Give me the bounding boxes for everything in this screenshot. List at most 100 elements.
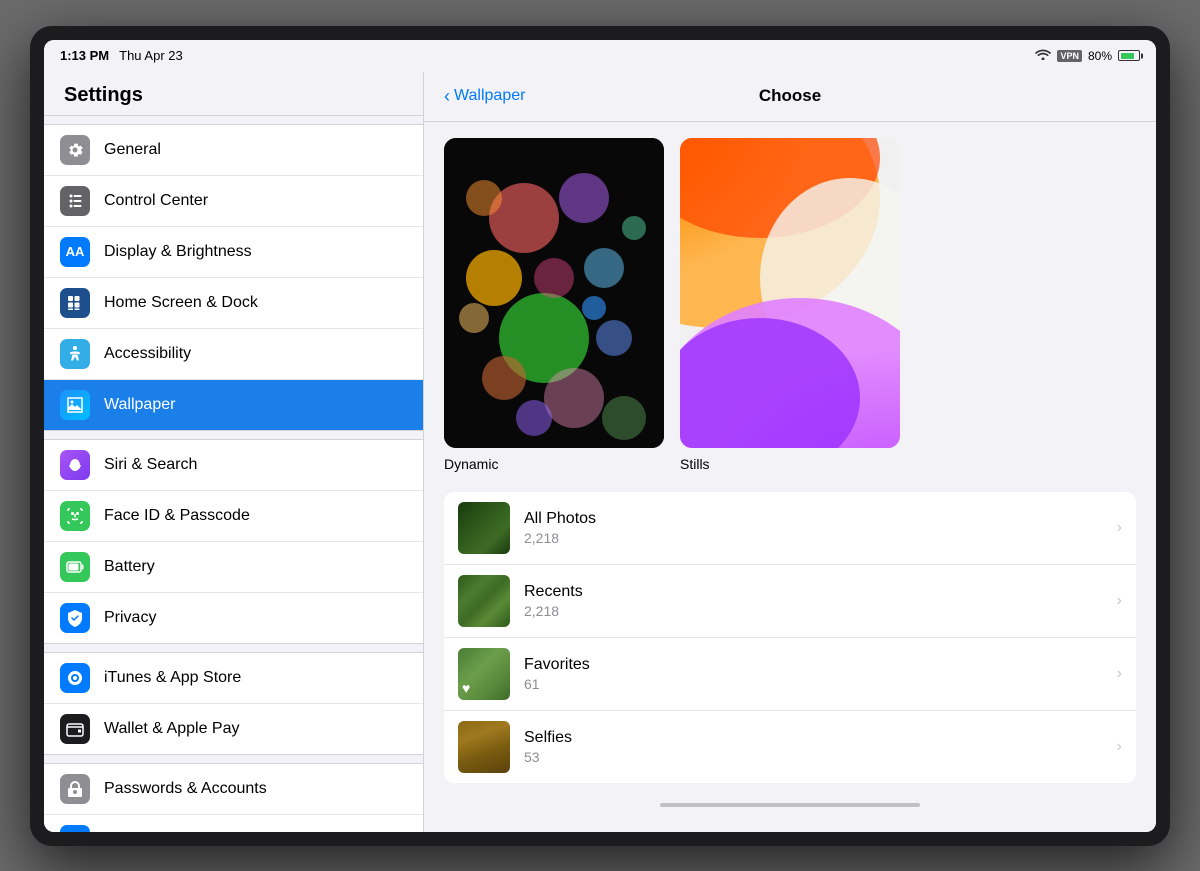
sidebar-title: Settings [44, 72, 423, 116]
wallpaper-icon [60, 390, 90, 420]
selfies-info: Selfies 53 [524, 729, 1117, 765]
wallet-label: Wallet & Apple Pay [104, 720, 239, 738]
back-label: Wallpaper [454, 87, 525, 105]
sidebar-item-control-center[interactable]: Control Center [44, 176, 423, 227]
favorites-info: Favorites 61 [524, 656, 1117, 692]
battery-settings-icon [60, 552, 90, 582]
privacy-icon [60, 603, 90, 633]
selfies-thumb [458, 721, 510, 773]
control-center-icon [60, 186, 90, 216]
favorites-count: 61 [524, 676, 1117, 692]
sidebar-section-2: Siri & Search Face ID & P [44, 439, 423, 644]
album-item-recents[interactable]: Recents 2,218 › [444, 565, 1136, 638]
album-item-favorites[interactable]: ♥ Favorites 61 › [444, 638, 1136, 711]
sidebar-item-wallpaper[interactable]: Wallpaper [44, 380, 423, 430]
sidebar-item-wallet[interactable]: Wallet & Apple Pay [44, 704, 423, 754]
face-id-icon [60, 501, 90, 531]
album-item-all-photos[interactable]: All Photos 2,218 › [444, 492, 1136, 565]
recents-info: Recents 2,218 [524, 583, 1117, 619]
right-content: Dynamic [424, 122, 1156, 832]
favorites-chevron-icon: › [1117, 665, 1122, 683]
dynamic-wallpaper-thumb [444, 138, 664, 448]
privacy-label: Privacy [104, 609, 156, 627]
wifi-icon [1035, 48, 1051, 63]
status-date: Thu Apr 23 [119, 48, 183, 63]
status-bar: 1:13 PM Thu Apr 23 VPN 80% [44, 40, 1156, 72]
itunes-label: iTunes & App Store [104, 669, 241, 687]
status-time: 1:13 PM [60, 48, 109, 63]
battery-percent: 80% [1088, 49, 1112, 63]
passwords-icon [60, 774, 90, 804]
album-item-selfies[interactable]: Selfies 53 › [444, 711, 1136, 783]
sidebar-item-privacy[interactable]: Privacy [44, 593, 423, 643]
display-brightness-icon: AA [60, 237, 90, 267]
selfies-chevron-icon: › [1117, 738, 1122, 756]
face-id-label: Face ID & Passcode [104, 507, 250, 525]
wallpaper-grid: Dynamic [444, 138, 1136, 472]
ipad-frame: 1:13 PM Thu Apr 23 VPN 80% [30, 26, 1170, 846]
sidebar: Settings General [44, 72, 424, 832]
sidebar-item-passwords[interactable]: Passwords & Accounts [44, 764, 423, 815]
general-label: General [104, 141, 161, 159]
selfies-name: Selfies [524, 729, 1117, 747]
favorites-name: Favorites [524, 656, 1117, 674]
siri-label: Siri & Search [104, 456, 197, 474]
favorites-thumb: ♥ [458, 648, 510, 700]
all-photos-info: All Photos 2,218 [524, 510, 1117, 546]
right-panel: ‹ Wallpaper Choose [424, 72, 1156, 832]
status-right: VPN 80% [1035, 48, 1140, 63]
sidebar-section-4: Passwords & Accounts Mail [44, 763, 423, 832]
control-center-label: Control Center [104, 192, 208, 210]
dynamic-label: Dynamic [444, 456, 664, 472]
right-header: ‹ Wallpaper Choose [424, 72, 1156, 122]
stills-wallpaper-thumb [680, 138, 900, 448]
gear-icon [60, 135, 90, 165]
itunes-icon [60, 663, 90, 693]
all-photos-count: 2,218 [524, 530, 1117, 546]
album-list: All Photos 2,218 › Recents [444, 492, 1136, 783]
scroll-bar [660, 803, 920, 807]
sidebar-item-mail[interactable]: Mail [44, 815, 423, 832]
all-photos-chevron-icon: › [1117, 519, 1122, 537]
stills-label: Stills [680, 456, 900, 472]
wallpaper-label: Wallpaper [104, 396, 175, 414]
back-button[interactable]: ‹ Wallpaper [444, 86, 525, 107]
home-screen-icon [60, 288, 90, 318]
sidebar-item-display-brightness[interactable]: AA Display & Brightness [44, 227, 423, 278]
mail-label: Mail [104, 831, 133, 832]
recents-thumb [458, 575, 510, 627]
passwords-label: Passwords & Accounts [104, 780, 267, 798]
selfies-count: 53 [524, 749, 1117, 765]
sidebar-item-itunes[interactable]: iTunes & App Store [44, 653, 423, 704]
ipad-screen: 1:13 PM Thu Apr 23 VPN 80% [44, 40, 1156, 832]
sidebar-section-1: General Control Center [44, 124, 423, 431]
wallpaper-item-stills[interactable]: Stills [680, 138, 900, 472]
all-photos-name: All Photos [524, 510, 1117, 528]
right-panel-title: Choose [759, 86, 821, 106]
recents-name: Recents [524, 583, 1117, 601]
heart-icon: ♥ [462, 680, 470, 696]
siri-icon [60, 450, 90, 480]
sidebar-item-general[interactable]: General [44, 125, 423, 176]
main-content: Settings General [44, 72, 1156, 832]
display-brightness-label: Display & Brightness [104, 243, 252, 261]
recents-count: 2,218 [524, 603, 1117, 619]
all-photos-thumb [458, 502, 510, 554]
back-chevron-icon: ‹ [444, 86, 450, 107]
sidebar-section-3: iTunes & App Store Wallet & Apple Pay [44, 652, 423, 755]
battery-indicator [1118, 50, 1140, 61]
scroll-area [444, 791, 1136, 811]
sidebar-item-siri[interactable]: Siri & Search [44, 440, 423, 491]
battery-label: Battery [104, 558, 155, 576]
accessibility-label: Accessibility [104, 345, 191, 363]
sidebar-item-accessibility[interactable]: Accessibility [44, 329, 423, 380]
wallet-icon [60, 714, 90, 744]
sidebar-item-battery[interactable]: Battery [44, 542, 423, 593]
accessibility-icon [60, 339, 90, 369]
mail-icon [60, 825, 90, 832]
recents-chevron-icon: › [1117, 592, 1122, 610]
sidebar-item-home-screen[interactable]: Home Screen & Dock [44, 278, 423, 329]
wallpaper-item-dynamic[interactable]: Dynamic [444, 138, 664, 472]
sidebar-item-face-id[interactable]: Face ID & Passcode [44, 491, 423, 542]
vpn-badge: VPN [1057, 50, 1082, 62]
